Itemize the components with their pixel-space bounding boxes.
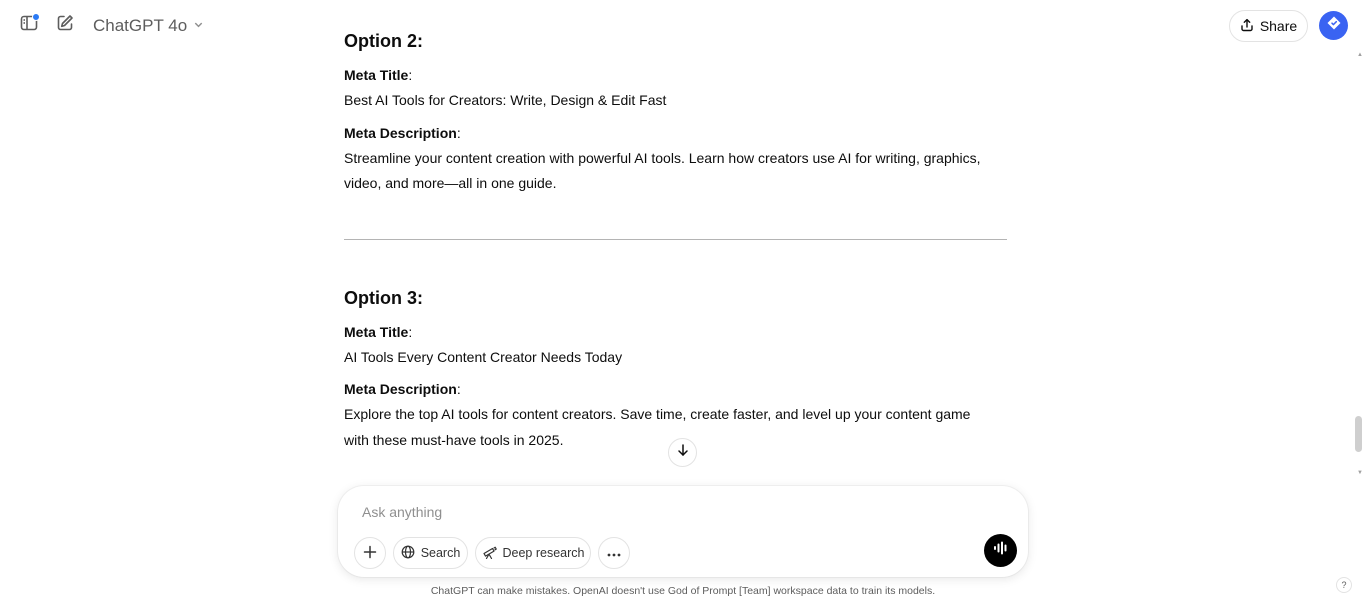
meta-description-label: Meta Description [344, 125, 457, 141]
share-icon [1240, 18, 1254, 35]
option-3-desc-label-row: Meta Description: [344, 377, 1007, 403]
search-button[interactable]: Search [393, 537, 468, 569]
deep-research-label: Deep research [502, 546, 585, 560]
option-2-title-text: Best AI Tools for Creators: Write, Desig… [344, 92, 667, 108]
search-label: Search [420, 546, 461, 560]
scrollbar-up-arrow[interactable]: ▲ [1356, 52, 1364, 60]
model-selector[interactable]: ChatGPT 4o [87, 12, 210, 40]
meta-title-label: Meta Title [344, 324, 409, 340]
option-3-heading: Option 3: [344, 288, 423, 308]
share-label: Share [1259, 18, 1298, 34]
colon: : [408, 67, 413, 83]
avatar-icon [1326, 15, 1342, 36]
option-3-section: Option 3: [344, 285, 1007, 311]
option-2-title-label-row: Meta Title: [344, 63, 1007, 89]
more-icon [607, 546, 621, 560]
colon: : [456, 381, 461, 397]
option-3-title-label-row: Meta Title: [344, 320, 1007, 346]
chevron-down-icon [193, 19, 204, 33]
scrollbar-down-arrow[interactable]: ▼ [1356, 470, 1364, 478]
meta-title-label: Meta Title [344, 67, 409, 83]
option-2-section: Option 2: [344, 28, 1007, 54]
colon: : [456, 125, 461, 141]
option-2-desc-line-2: video, and more—all in one guide. [344, 175, 557, 191]
option-2-desc-line-1: Streamline your content creation with po… [344, 150, 981, 166]
plus-icon [363, 545, 377, 562]
colon: : [408, 324, 413, 340]
option-3-desc-line-1: Explore the top AI tools for content cre… [344, 406, 971, 422]
voice-mode-button[interactable] [984, 534, 1017, 567]
option-2-desc-label-row: Meta Description: [344, 121, 1007, 147]
composer: Search Deep research [338, 486, 1028, 577]
option-3-title-text: AI Tools Every Content Creator Needs Tod… [344, 349, 623, 365]
scrollbar-thumb[interactable] [1355, 416, 1362, 452]
meta-description-label: Meta Description [344, 381, 457, 397]
help-button[interactable]: ? [1336, 577, 1352, 593]
avatar[interactable] [1319, 11, 1348, 40]
new-chat-button[interactable] [51, 11, 79, 39]
globe-icon [401, 545, 415, 562]
share-button[interactable]: Share [1229, 10, 1308, 42]
sidebar-toggle-button[interactable] [15, 11, 43, 39]
arrow-down-icon [676, 443, 690, 462]
telescope-icon [482, 545, 497, 562]
prompt-input[interactable] [362, 500, 962, 524]
disclaimer: ChatGPT can make mistakes. OpenAI doesn'… [430, 585, 936, 597]
divider [344, 239, 1007, 240]
scroll-to-bottom-button[interactable] [668, 438, 697, 467]
more-tools-button[interactable] [598, 537, 630, 569]
new-chat-icon [55, 13, 75, 38]
deep-research-button[interactable]: Deep research [475, 537, 591, 569]
model-name: ChatGPT 4o [93, 16, 188, 35]
add-attachment-button[interactable] [354, 537, 386, 569]
option-2-heading: Option 2: [344, 31, 423, 51]
notification-dot [32, 13, 40, 21]
voice-icon [993, 541, 1009, 560]
